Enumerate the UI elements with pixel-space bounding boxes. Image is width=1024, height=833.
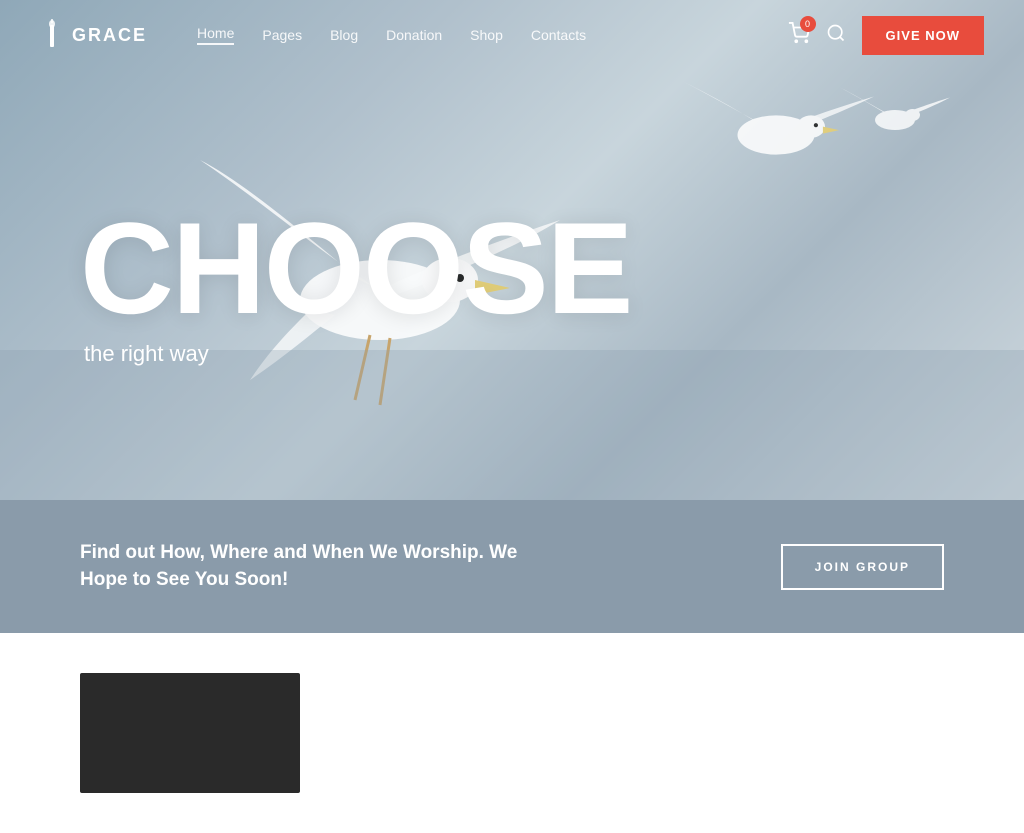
hero-section: CHOOSE the right way — [0, 0, 1024, 500]
hero-content: CHOOSE the right way — [0, 0, 1024, 500]
search-icon — [826, 23, 846, 43]
search-button[interactable] — [826, 23, 846, 48]
nav-item-shop[interactable]: Shop — [470, 27, 503, 43]
cart-button[interactable]: 0 — [788, 22, 810, 49]
nav-item-home[interactable]: Home — [197, 25, 234, 45]
banner-line2: Hope to See You Soon! — [80, 569, 288, 590]
logo-link[interactable]: GRACE — [40, 19, 147, 51]
logo-text: GRACE — [72, 25, 147, 46]
join-group-button[interactable]: JOIN GROUP — [781, 544, 944, 590]
logo-icon — [40, 19, 64, 51]
banner-line1: Find out How, Where and When We Worship.… — [80, 542, 517, 563]
site-header: GRACE Home Pages Blog Donation Shop Cont… — [0, 0, 1024, 70]
hero-subtitle: the right way — [84, 341, 944, 367]
banner-text: Find out How, Where and When We Worship.… — [80, 540, 517, 593]
nav-item-donation[interactable]: Donation — [386, 27, 442, 43]
banner-strip: Find out How, Where and When We Worship.… — [0, 500, 1024, 633]
bottom-section — [0, 633, 1024, 833]
nav-item-blog[interactable]: Blog — [330, 27, 358, 43]
bottom-card — [80, 673, 300, 793]
nav-item-pages[interactable]: Pages — [262, 27, 302, 43]
give-now-button[interactable]: GIVE NOW — [862, 16, 984, 55]
nav-item-contacts[interactable]: Contacts — [531, 27, 586, 43]
header-actions: 0 GIVE NOW — [788, 16, 984, 55]
cart-badge: 0 — [800, 16, 816, 32]
hero-title: CHOOSE — [80, 203, 944, 333]
main-nav: Home Pages Blog Donation Shop Contacts — [197, 25, 788, 45]
